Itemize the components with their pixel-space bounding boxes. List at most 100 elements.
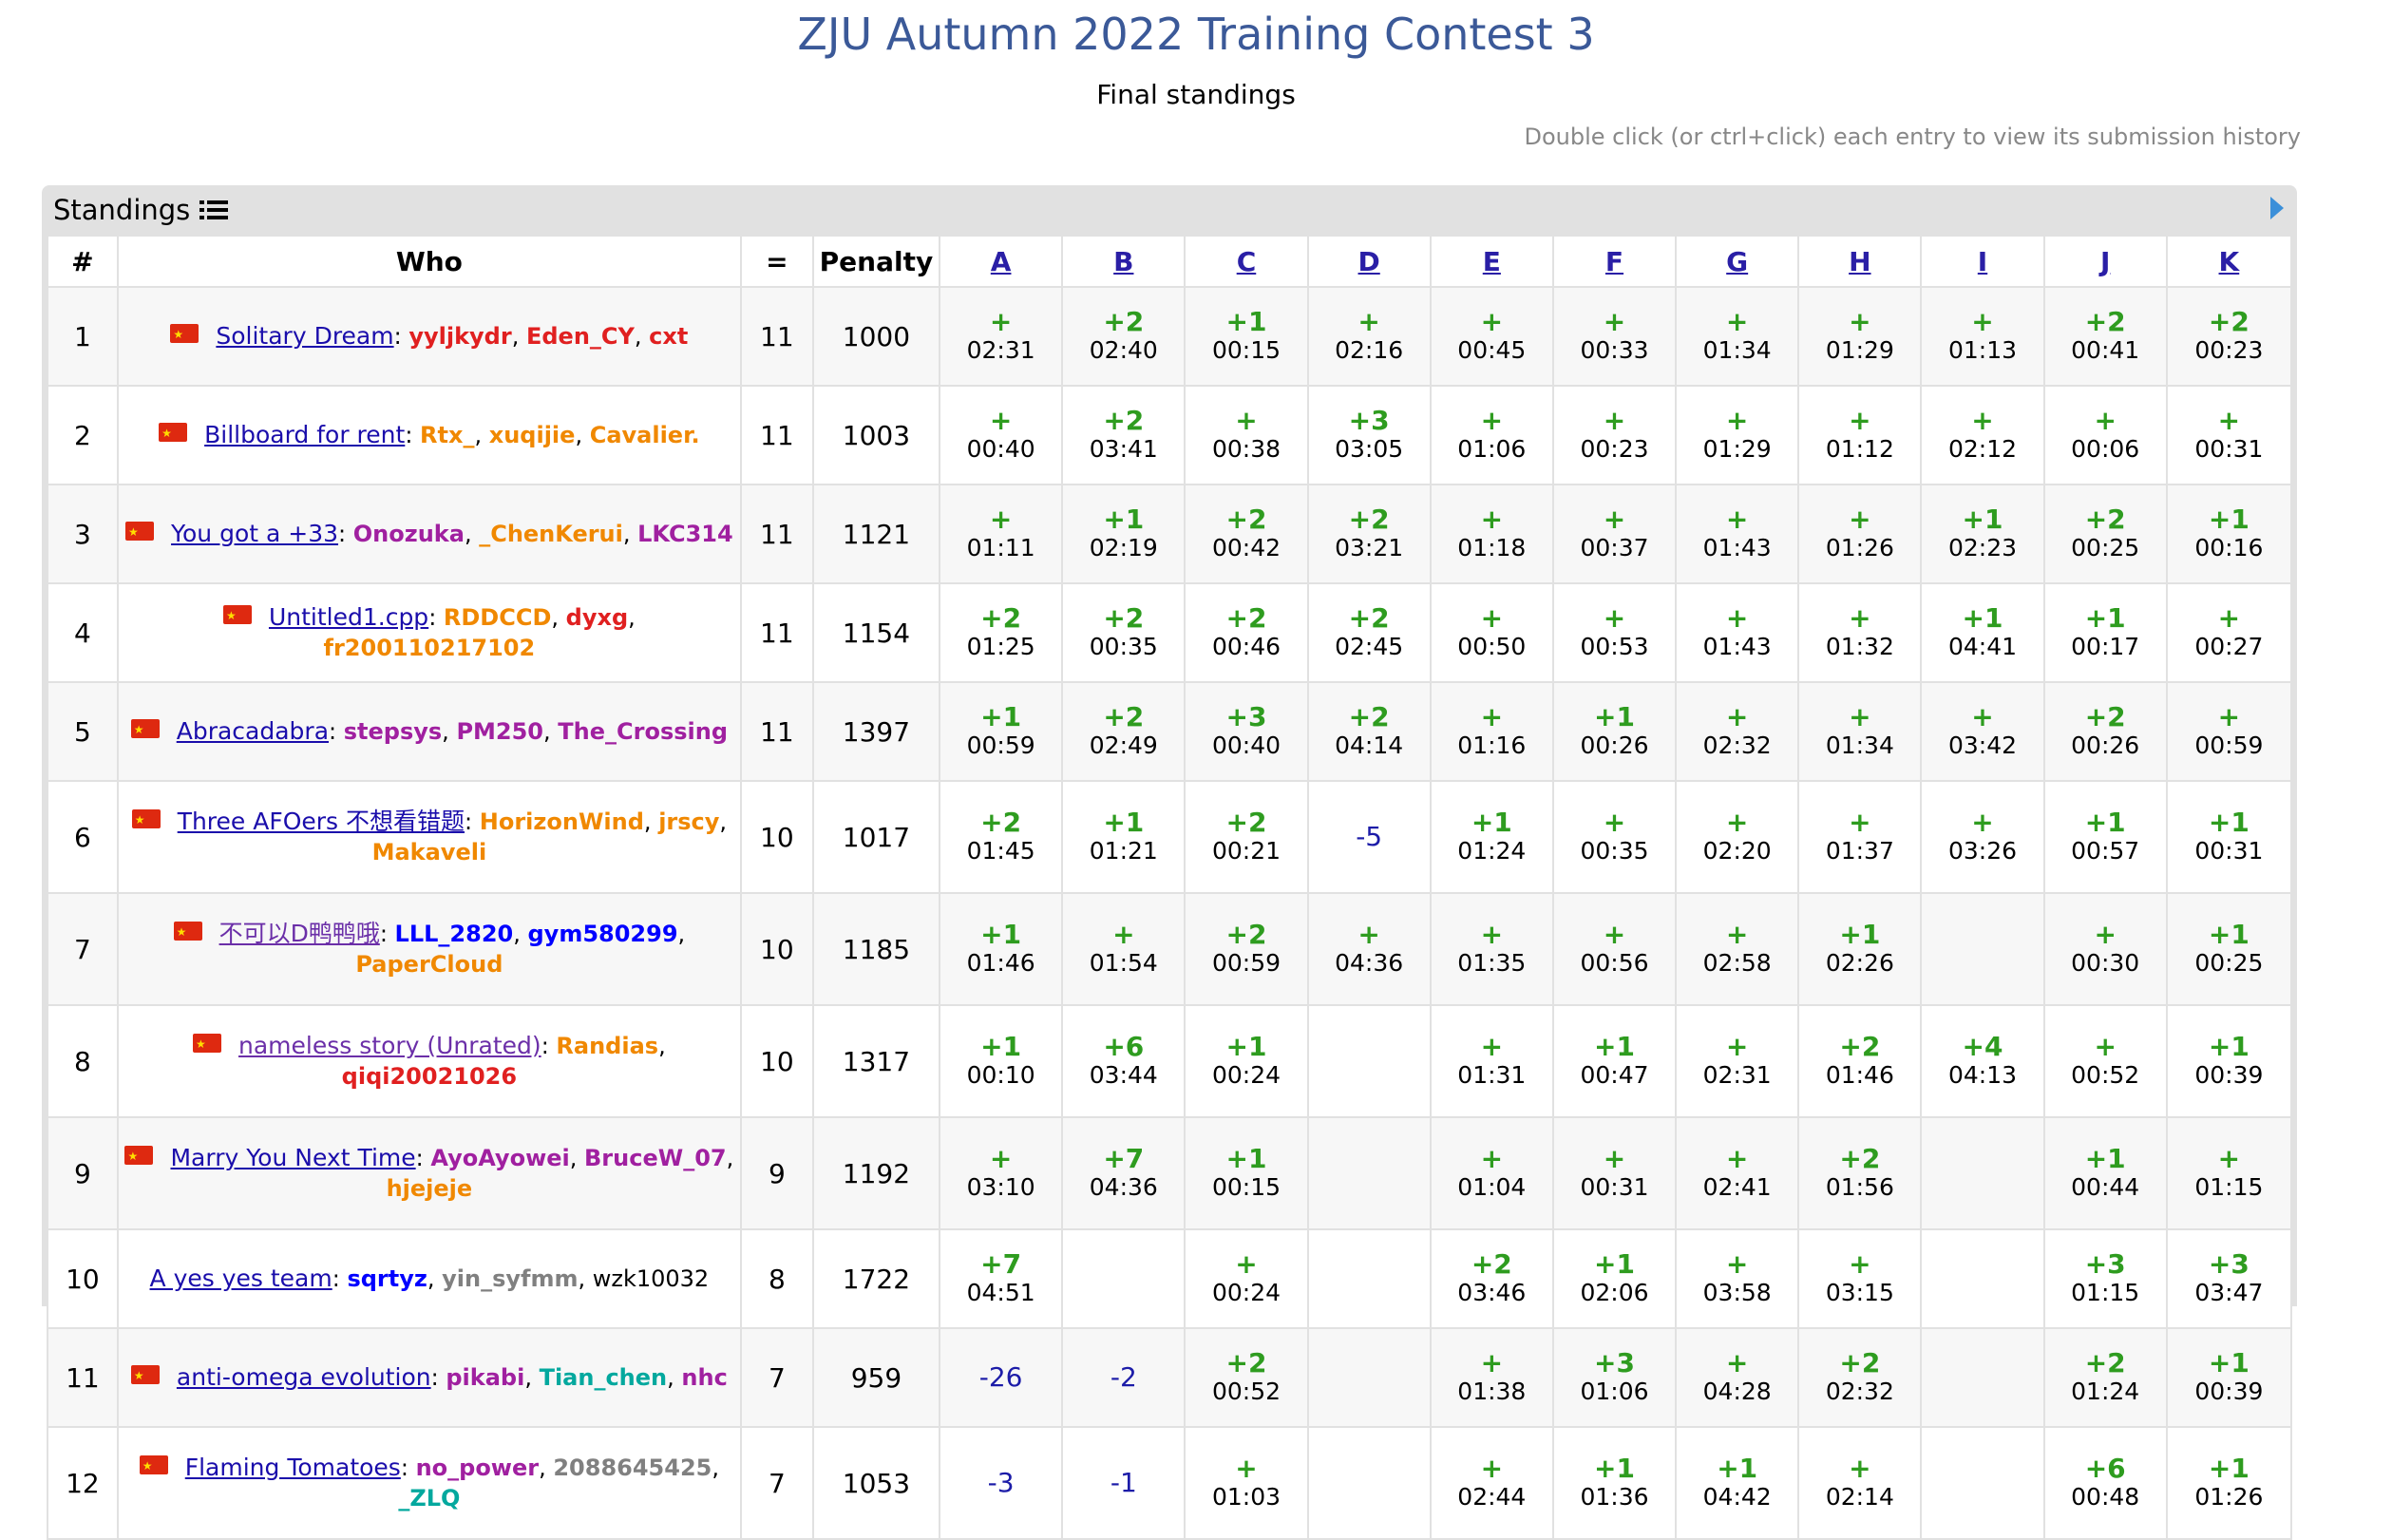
problem-cell-a[interactable]: -3 [939,1426,1064,1540]
problem-cell-d[interactable] [1306,1426,1432,1540]
problem-cell-b[interactable]: +2 03:41 [1061,385,1187,485]
team-name-link[interactable]: A yes yes team [150,1264,332,1292]
problem-cell-h[interactable]: +2 02:32 [1797,1327,1923,1428]
problem-cell-c[interactable]: +2 00:21 [1184,780,1309,894]
problem-cell-b[interactable]: +2 00:35 [1061,582,1187,683]
problem-cell-c[interactable]: +1 00:15 [1184,286,1309,387]
member-handle[interactable]: hjejeje [387,1175,473,1202]
problem-link-d[interactable]: D [1358,246,1380,277]
problem-cell-f[interactable]: +3 01:06 [1551,1327,1678,1428]
problem-cell-i[interactable]: +1 04:41 [1920,582,2045,683]
problem-cell-j[interactable]: +2 00:26 [2042,681,2168,782]
table-row[interactable]: 10 A yes yes team: sqrtyz, yin_syfmm, wzk… [47,1228,2293,1329]
member-handle[interactable]: no_power [416,1454,540,1481]
problem-cell-h[interactable]: +01:34 [1797,681,1923,782]
problem-cell-k[interactable]: +1 00:31 [2165,780,2293,894]
problem-cell-k[interactable]: +00:31 [2165,385,2293,485]
member-handle[interactable]: wzk10032 [593,1265,709,1292]
problem-cell-h[interactable]: +01:12 [1797,385,1923,485]
team-name-link[interactable]: 不可以D鸭鸭哦 [219,920,380,947]
problem-cell-g[interactable]: +03:58 [1675,1228,1800,1329]
problem-cell-h[interactable]: +1 02:26 [1797,892,1923,1006]
problem-cell-d[interactable]: +3 03:05 [1306,385,1432,485]
member-handle[interactable]: dyxg [566,604,628,631]
problem-cell-d[interactable]: -5 [1306,780,1432,894]
expand-arrow-icon[interactable] [2270,197,2284,219]
problem-cell-e[interactable]: +01:35 [1429,892,1554,1006]
member-handle[interactable]: Onozuka [353,521,465,547]
team-name-link[interactable]: Billboard for rent [204,421,405,448]
problem-link-f[interactable]: F [1605,246,1623,277]
problem-cell-a[interactable]: +1 01:46 [939,892,1064,1006]
member-handle[interactable]: The_Crossing [558,718,728,745]
problem-cell-e[interactable]: +01:38 [1429,1327,1554,1428]
problem-cell-c[interactable]: +2 00:42 [1184,484,1309,584]
member-handle[interactable]: Tian_chen [540,1364,668,1391]
table-row[interactable]: 2Billboard for rent: Rtx_, xuqijie, Cava… [47,385,2293,485]
problem-cell-k[interactable]: +1 00:25 [2165,892,2293,1006]
problem-cell-j[interactable]: +00:06 [2042,385,2168,485]
table-row[interactable]: 12Flaming Tomatoes: no_power, 2088645425… [47,1426,2293,1540]
problem-cell-c[interactable]: +01:03 [1184,1426,1309,1540]
problem-cell-g[interactable]: +01:43 [1675,484,1800,584]
problem-cell-d[interactable]: +02:16 [1306,286,1432,387]
problem-link-g[interactable]: G [1726,246,1748,277]
problem-cell-g[interactable]: +04:28 [1675,1327,1800,1428]
problem-cell-i[interactable] [1920,892,2045,1006]
problem-link-k[interactable]: K [2219,246,2240,277]
problem-cell-a[interactable]: +2 01:25 [939,582,1064,683]
table-row[interactable]: 6Three AFOers 不想看错题: HorizonWind, jrscy,… [47,780,2293,894]
problem-cell-j[interactable]: +2 01:24 [2042,1327,2168,1428]
problem-cell-f[interactable]: +00:37 [1551,484,1678,584]
problem-cell-b[interactable]: +2 02:40 [1061,286,1187,387]
member-handle[interactable]: xuqijie [489,422,576,448]
member-handle[interactable]: 2088645425 [553,1454,712,1481]
problem-cell-i[interactable]: +1 02:23 [1920,484,2045,584]
problem-cell-g[interactable]: +02:31 [1675,1004,1800,1118]
problem-cell-e[interactable]: +2 03:46 [1429,1228,1554,1329]
team-name-link[interactable]: Three AFOers 不想看错题 [178,808,465,835]
problem-cell-b[interactable]: -1 [1061,1426,1187,1540]
problem-cell-e[interactable]: +00:50 [1429,582,1554,683]
problem-cell-c[interactable]: +3 00:40 [1184,681,1309,782]
member-handle[interactable]: fr200110217102 [324,635,536,661]
member-handle[interactable]: _ZLQ [398,1485,460,1511]
member-handle[interactable]: Randias [556,1033,658,1059]
problem-cell-b[interactable]: -2 [1061,1327,1187,1428]
problem-cell-k[interactable]: +00:59 [2165,681,2293,782]
problem-cell-g[interactable]: +01:29 [1675,385,1800,485]
problem-cell-i[interactable] [1920,1327,2045,1428]
problem-cell-b[interactable] [1061,1228,1187,1329]
team-name-link[interactable]: Solitary Dream [216,322,393,350]
team-name-link[interactable]: Untitled1.cpp [269,603,428,631]
problem-cell-j[interactable]: +2 00:25 [2042,484,2168,584]
problem-cell-j[interactable]: +6 00:48 [2042,1426,2168,1540]
team-name-link[interactable]: Marry You Next Time [170,1144,415,1171]
member-handle[interactable]: HorizonWind [480,808,644,835]
problem-link-h[interactable]: H [1849,246,1870,277]
problem-cell-j[interactable]: +1 00:17 [2042,582,2168,683]
table-row[interactable]: 9Marry You Next Time: AyoAyowei, BruceW_… [47,1116,2293,1230]
problem-cell-i[interactable]: +01:13 [1920,286,2045,387]
problem-cell-i[interactable]: +4 04:13 [1920,1004,2045,1118]
table-row[interactable]: 3You got a +33: Onozuka, _ChenKerui, LKC… [47,484,2293,584]
table-row[interactable]: 4Untitled1.cpp: RDDCCD, dyxg, fr20011021… [47,582,2293,683]
problem-cell-k[interactable]: +3 03:47 [2165,1228,2293,1329]
member-handle[interactable]: PaperCloud [355,951,503,978]
problem-cell-j[interactable]: +00:30 [2042,892,2168,1006]
problem-cell-d[interactable]: +2 02:45 [1306,582,1432,683]
problem-cell-h[interactable]: +01:32 [1797,582,1923,683]
table-row[interactable]: 5Abracadabra: stepsys, PM250, The_Crossi… [47,681,2293,782]
problem-cell-h[interactable]: +01:37 [1797,780,1923,894]
problem-cell-d[interactable] [1306,1004,1432,1118]
problem-cell-f[interactable]: +00:56 [1551,892,1678,1006]
problem-link-j[interactable]: J [2100,246,2110,277]
problem-cell-j[interactable]: +3 01:15 [2042,1228,2168,1329]
problem-cell-g[interactable]: +01:43 [1675,582,1800,683]
member-handle[interactable]: gym580299 [528,921,678,947]
member-handle[interactable]: yin_syfmm [442,1265,578,1292]
problem-cell-a[interactable]: +1 00:59 [939,681,1064,782]
member-handle[interactable]: PM250 [456,718,543,745]
problem-cell-f[interactable]: +1 01:36 [1551,1426,1678,1540]
member-handle[interactable]: yyljkydr [408,323,511,350]
